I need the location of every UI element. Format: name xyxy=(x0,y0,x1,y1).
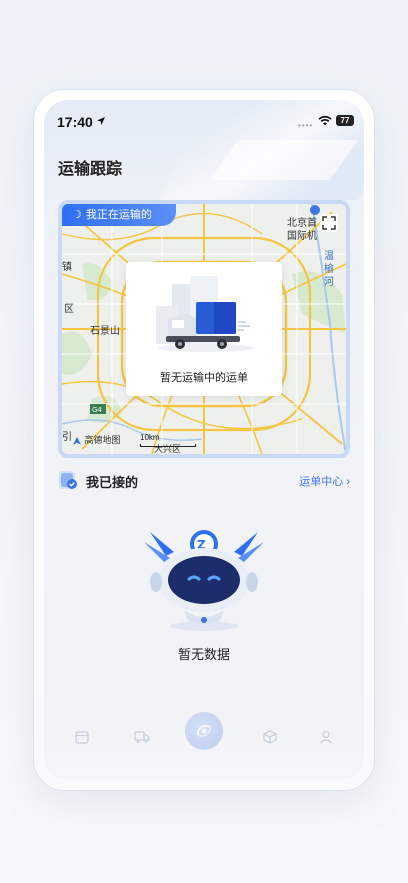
accepted-title: 我已接的 xyxy=(86,475,139,490)
check-doc-icon xyxy=(59,471,77,489)
location-arrow-icon xyxy=(97,117,105,125)
amap-logo-text: 高德地图 xyxy=(84,435,121,445)
wifi-icon xyxy=(318,115,332,126)
calendar-icon xyxy=(75,731,89,744)
signal-dots: •••• xyxy=(298,121,314,130)
moon-icon: ☽ xyxy=(72,209,82,221)
map-label-zhen: 镇 xyxy=(62,260,72,273)
user-icon xyxy=(320,730,332,744)
map-label-river-2: 榆 xyxy=(324,262,334,275)
tab-profile[interactable] xyxy=(306,730,346,749)
map-label-river-1: 温 xyxy=(324,250,334,262)
amap-logo: 高德地图 xyxy=(72,433,121,446)
truck-icon xyxy=(156,276,254,352)
truck-tab-icon xyxy=(134,731,150,743)
accepted-section-header: 我已接的 运单中心 › xyxy=(58,468,350,492)
status-bar: 17:40 •••• 77 xyxy=(44,100,364,144)
map-label-g4: G4 xyxy=(92,406,102,414)
in-transit-tag: ☽ 我正在运输的 xyxy=(62,204,176,226)
tab-home[interactable] xyxy=(62,730,102,749)
map-label-river-3: 河 xyxy=(324,276,334,288)
empty-transport-popup: 暂无运输中的运单 xyxy=(126,262,282,396)
transport-map-card[interactable]: 北京首 国际机 温 榆 河 镇 区 石景山 G4 大兴区 引 ☽我正在运输的 xyxy=(58,200,350,458)
phone-screen: 17:40 •••• 77 运输跟踪 北京首 国际机 温 榆 河 镇 区 石景山… xyxy=(44,100,364,780)
status-time: 17:40 xyxy=(57,114,93,130)
box-icon xyxy=(263,730,277,744)
robot-mascot-icon: Z xyxy=(144,530,264,631)
map-label-beijing: 北京首 xyxy=(287,216,317,229)
expand-icon[interactable] xyxy=(320,214,338,232)
battery-indicator: 77 xyxy=(336,115,354,126)
map-scale-bar xyxy=(140,444,196,447)
bottom-tab-bar xyxy=(44,712,364,780)
center-action-button[interactable] xyxy=(185,712,223,750)
map-scale-label: 10km xyxy=(140,433,160,442)
logo-icon xyxy=(196,724,212,738)
page-title: 运输跟踪 xyxy=(58,161,123,178)
map-label-yin: 引 xyxy=(62,431,72,443)
amap-arrow-icon xyxy=(73,436,81,445)
map-label-shijingshan: 石景山 xyxy=(90,325,120,337)
tab-orders[interactable] xyxy=(250,730,290,749)
tab-transport[interactable] xyxy=(122,730,162,749)
waybill-center-link[interactable]: 运单中心 › xyxy=(299,473,350,489)
in-transit-label: 我正在运输的 xyxy=(85,209,152,221)
map-label-airport: 国际机 xyxy=(287,229,317,242)
map-label-qu: 区 xyxy=(64,303,74,315)
empty-transport-text: 暂无运输中的运单 xyxy=(160,372,248,384)
